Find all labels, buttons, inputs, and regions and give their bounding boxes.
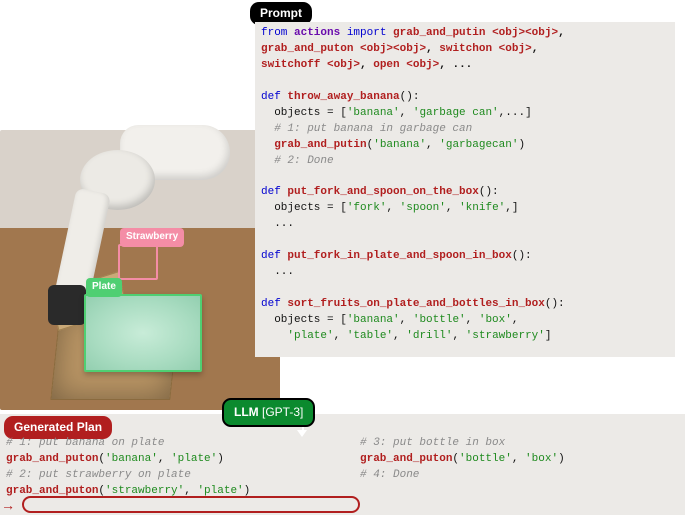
bbox-label: Plate: [86, 278, 122, 297]
llm-badge: LLM [GPT-3]: [222, 398, 315, 427]
generated-code-right: # 3: put bottle in box grab_and_puton('b…: [360, 436, 680, 484]
generated-code-left: # 1: put banana on plate grab_and_puton(…: [6, 436, 351, 500]
prompt-code-block: from actions import grab_and_putin <obj>…: [255, 22, 675, 357]
bbox-strawberry: Strawberry: [118, 244, 158, 280]
highlighted-action-box: [22, 496, 360, 513]
bbox-plate: Plate: [84, 294, 202, 372]
arrow-right-icon: →: [4, 497, 12, 517]
bbox-label: Strawberry: [120, 228, 184, 247]
